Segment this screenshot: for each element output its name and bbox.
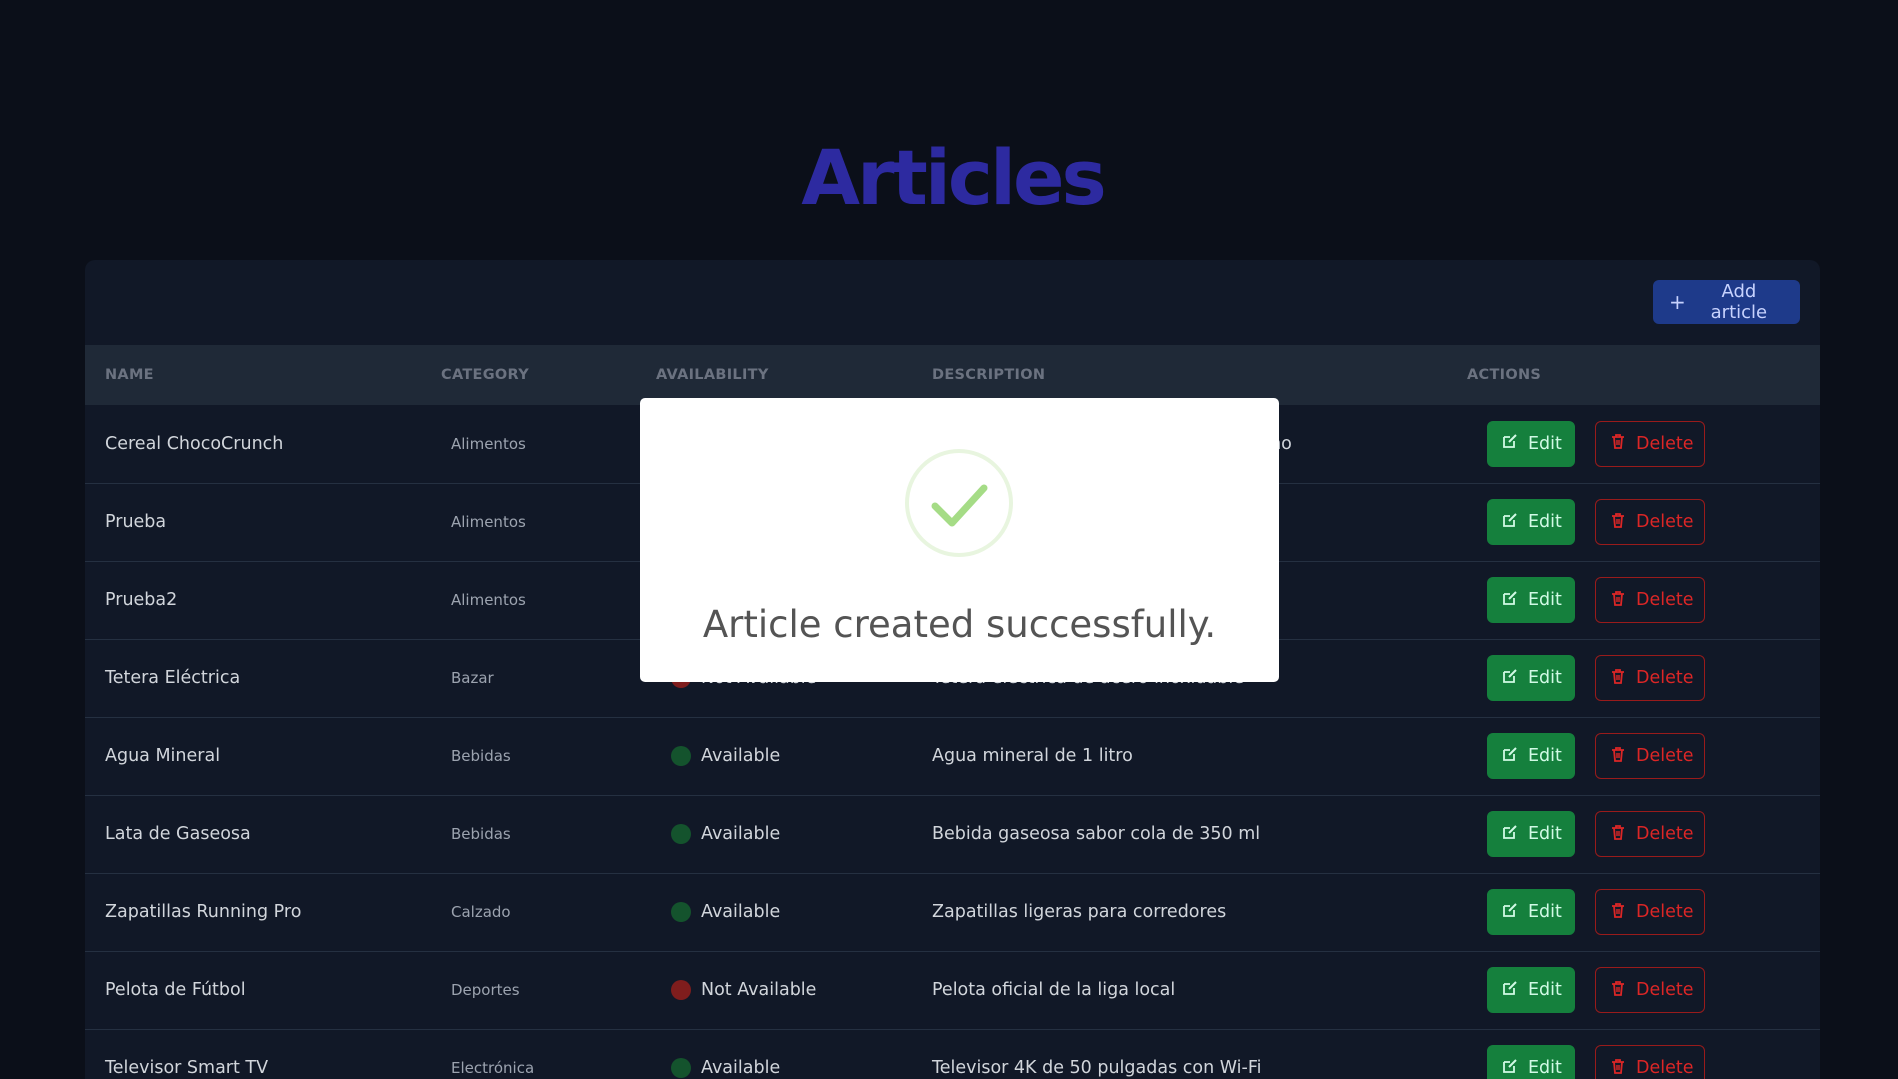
modal-message: Article created successfully. [702,603,1217,646]
success-modal: Article created successfully. [640,398,1279,682]
success-check-icon [905,449,1013,557]
page: Articles + Add article NAME CATEGORY AVA… [0,0,1898,1079]
